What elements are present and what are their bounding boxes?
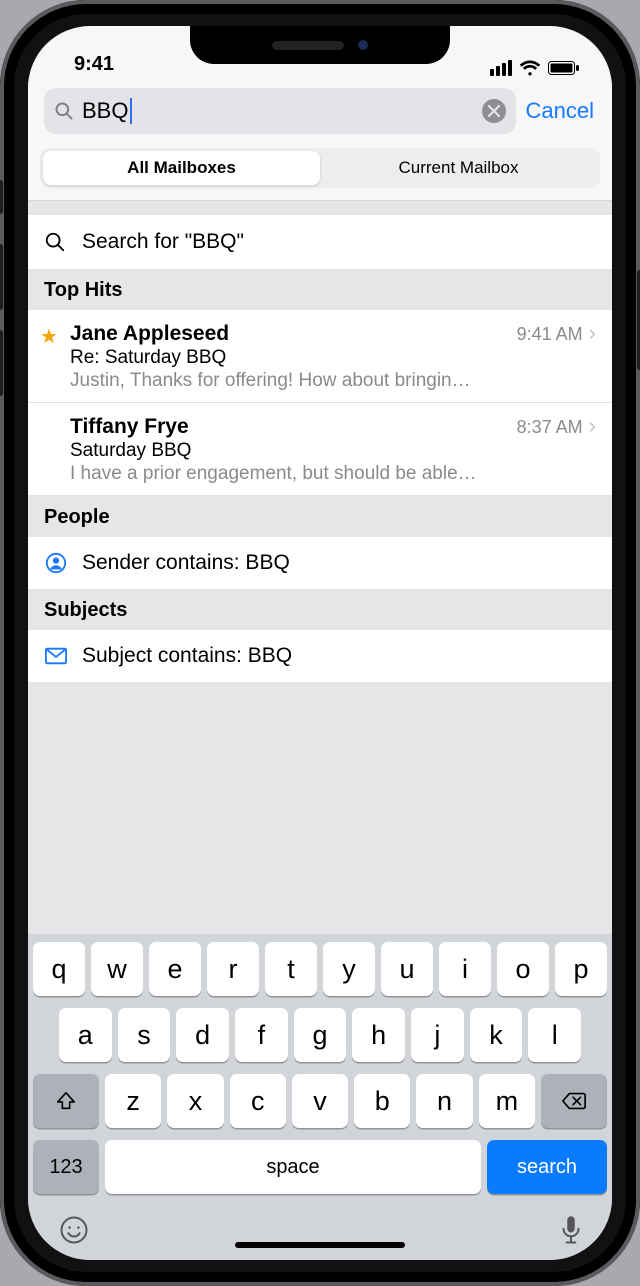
search-input[interactable]: BBQ bbox=[44, 88, 516, 134]
mail-preview: Justin, Thanks for offering! How about b… bbox=[70, 370, 596, 392]
key-o[interactable]: o bbox=[497, 942, 549, 996]
text-caret bbox=[130, 98, 132, 124]
mail-time: 9:41 AM bbox=[517, 324, 583, 345]
mail-sender: Jane Appleseed bbox=[70, 322, 517, 346]
mail-sender: Tiffany Frye bbox=[70, 415, 517, 439]
search-icon bbox=[44, 231, 66, 253]
device-volume-down bbox=[0, 330, 3, 396]
filter-label: Sender contains: BBQ bbox=[82, 551, 290, 575]
section-header-subjects: Subjects bbox=[28, 589, 612, 630]
key-search[interactable]: search bbox=[487, 1140, 607, 1194]
mail-subject: Re: Saturday BBQ bbox=[70, 347, 596, 369]
clear-search-button[interactable] bbox=[482, 99, 506, 123]
emoji-icon[interactable] bbox=[59, 1215, 89, 1245]
key-j[interactable]: j bbox=[411, 1008, 464, 1062]
search-for-label: Search for "BBQ" bbox=[82, 230, 244, 254]
chevron-right-icon: › bbox=[589, 413, 596, 439]
key-e[interactable]: e bbox=[149, 942, 201, 996]
person-circle-icon bbox=[44, 552, 68, 574]
key-m[interactable]: m bbox=[479, 1074, 535, 1128]
key-delete[interactable] bbox=[541, 1074, 607, 1128]
keyboard: q w e r t y u i o p a s d f g h j k l bbox=[28, 934, 612, 1260]
key-v[interactable]: v bbox=[292, 1074, 348, 1128]
key-l[interactable]: l bbox=[528, 1008, 581, 1062]
key-space[interactable]: space bbox=[105, 1140, 481, 1194]
key-b[interactable]: b bbox=[354, 1074, 410, 1128]
mail-item[interactable]: ★ Jane Appleseed 9:41 AM › Re: Saturday … bbox=[28, 310, 612, 403]
key-k[interactable]: k bbox=[470, 1008, 523, 1062]
envelope-icon bbox=[44, 647, 68, 665]
key-u[interactable]: u bbox=[381, 942, 433, 996]
search-icon bbox=[54, 101, 74, 121]
screen: 9:41 BBQ bbox=[28, 26, 612, 1260]
key-t[interactable]: t bbox=[265, 942, 317, 996]
key-f[interactable]: f bbox=[235, 1008, 288, 1062]
mail-item[interactable]: Tiffany Frye 8:37 AM › Saturday BBQ I ha… bbox=[28, 403, 612, 496]
key-d[interactable]: d bbox=[176, 1008, 229, 1062]
search-for-row[interactable]: Search for "BBQ" bbox=[28, 215, 612, 269]
cellular-signal-icon bbox=[490, 60, 512, 76]
cancel-button[interactable]: Cancel bbox=[526, 98, 596, 124]
segmented-control-wrap: All Mailboxes Current Mailbox bbox=[28, 142, 612, 201]
status-time: 9:41 bbox=[74, 53, 114, 76]
key-c[interactable]: c bbox=[230, 1074, 286, 1128]
mic-icon[interactable] bbox=[561, 1215, 581, 1245]
key-w[interactable]: w bbox=[91, 942, 143, 996]
key-g[interactable]: g bbox=[294, 1008, 347, 1062]
mail-subject: Saturday BBQ bbox=[70, 440, 596, 462]
filter-subject[interactable]: Subject contains: BBQ bbox=[28, 630, 612, 682]
wifi-icon bbox=[519, 60, 541, 76]
search-query-text: BBQ bbox=[82, 98, 128, 124]
filter-sender[interactable]: Sender contains: BBQ bbox=[28, 537, 612, 589]
key-p[interactable]: p bbox=[555, 942, 607, 996]
device-frame: 9:41 BBQ bbox=[0, 0, 640, 1286]
segment-all-mailboxes[interactable]: All Mailboxes bbox=[43, 151, 320, 185]
star-icon: ★ bbox=[40, 324, 58, 349]
mail-time: 8:37 AM bbox=[517, 417, 583, 438]
battery-icon bbox=[548, 61, 580, 76]
key-s[interactable]: s bbox=[118, 1008, 171, 1062]
key-123[interactable]: 123 bbox=[33, 1140, 99, 1194]
device-mute-switch bbox=[0, 180, 3, 214]
device-notch bbox=[190, 26, 450, 64]
mail-preview: I have a prior engagement, but should be… bbox=[70, 463, 596, 485]
search-row: BBQ Cancel bbox=[28, 78, 612, 142]
filter-label: Subject contains: BBQ bbox=[82, 644, 292, 668]
section-header-top-hits: Top Hits bbox=[28, 269, 612, 310]
key-q[interactable]: q bbox=[33, 942, 85, 996]
search-results: Search for "BBQ" Top Hits ★ Jane Applese… bbox=[28, 201, 612, 934]
section-header-people: People bbox=[28, 496, 612, 537]
key-n[interactable]: n bbox=[416, 1074, 472, 1128]
segment-current-mailbox[interactable]: Current Mailbox bbox=[320, 151, 597, 185]
key-a[interactable]: a bbox=[59, 1008, 112, 1062]
chevron-right-icon: › bbox=[589, 320, 596, 346]
key-r[interactable]: r bbox=[207, 942, 259, 996]
mailbox-scope-segmented: All Mailboxes Current Mailbox bbox=[40, 148, 600, 188]
key-y[interactable]: y bbox=[323, 942, 375, 996]
key-shift[interactable] bbox=[33, 1074, 99, 1128]
device-volume-up bbox=[0, 244, 3, 310]
home-indicator[interactable] bbox=[235, 1242, 405, 1248]
key-z[interactable]: z bbox=[105, 1074, 161, 1128]
key-x[interactable]: x bbox=[167, 1074, 223, 1128]
key-h[interactable]: h bbox=[352, 1008, 405, 1062]
key-i[interactable]: i bbox=[439, 942, 491, 996]
